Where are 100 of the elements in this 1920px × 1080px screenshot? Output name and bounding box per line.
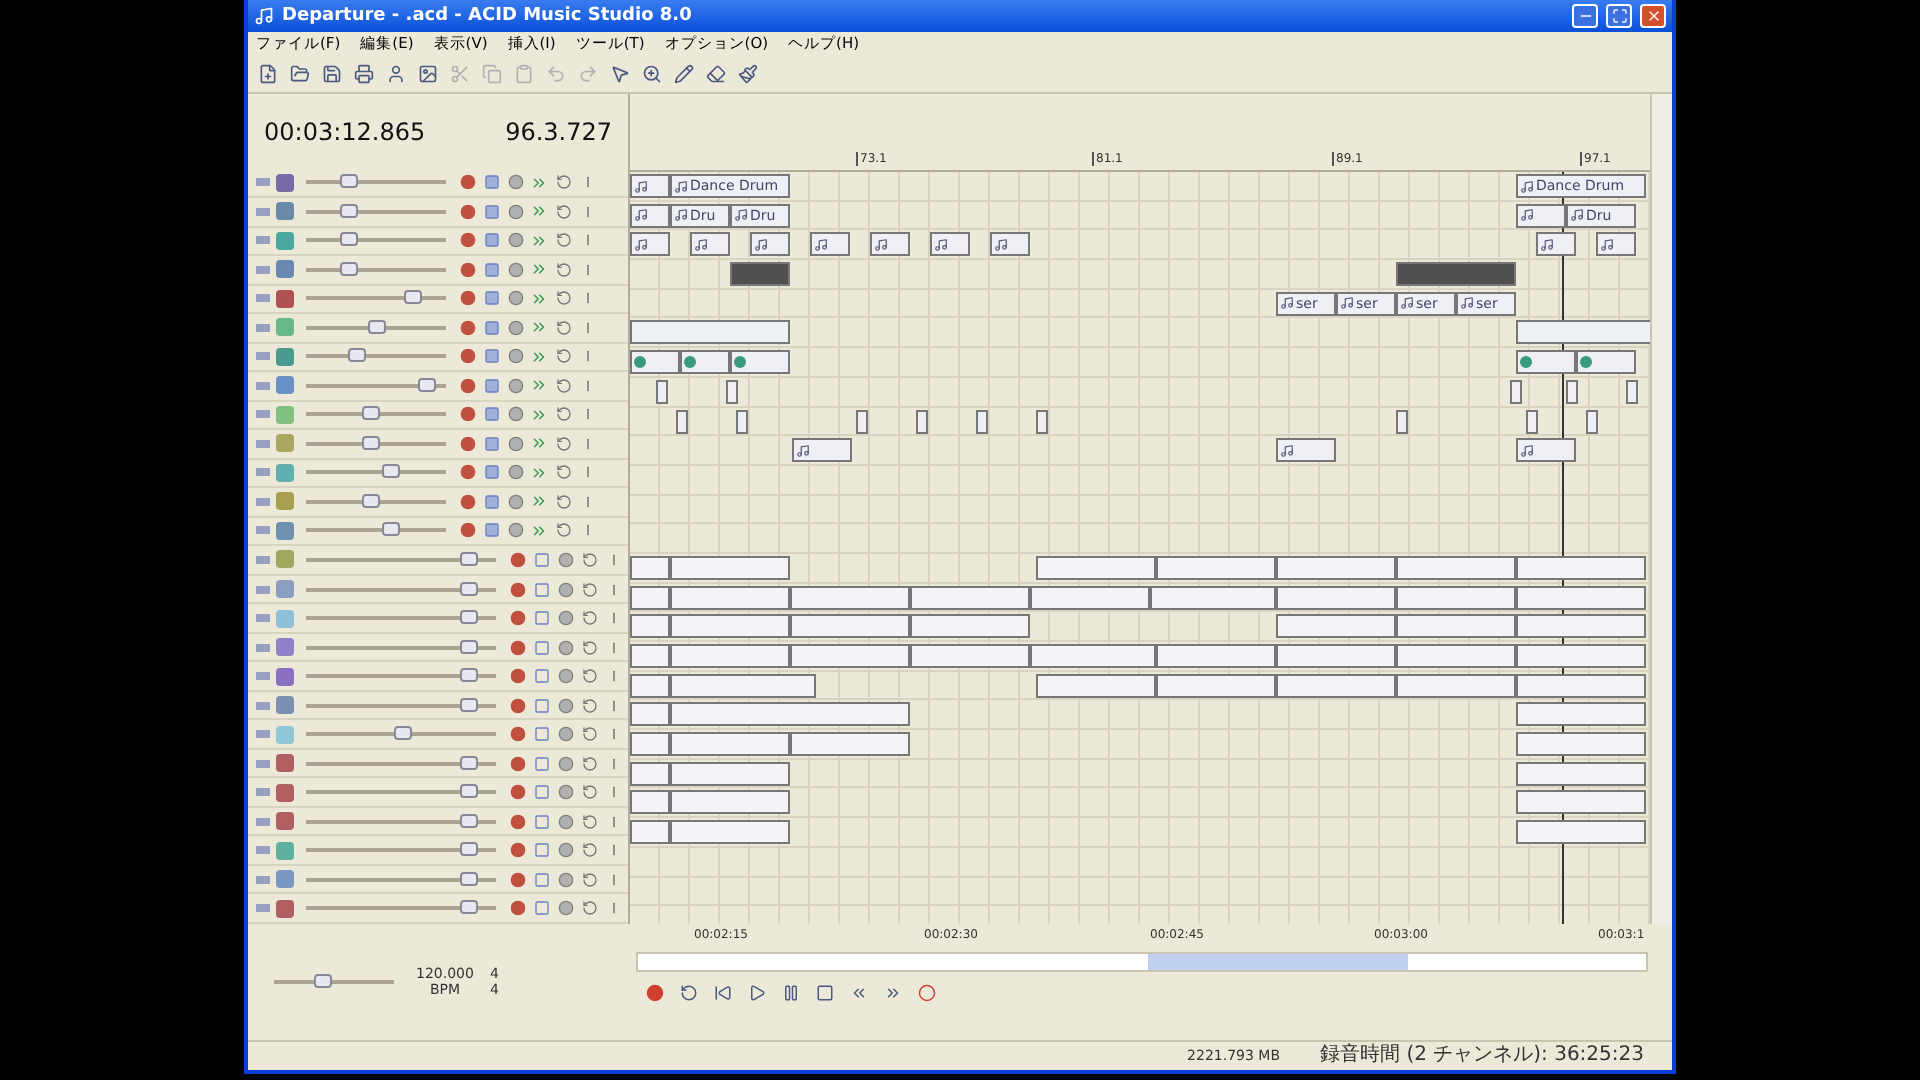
audio-clip[interactable] [1036,409,1048,433]
record-arm-icon[interactable] [458,260,476,279]
volume-slider[interactable] [306,383,446,388]
volume-slider[interactable] [306,267,446,272]
midi-clip[interactable] [790,614,910,639]
audio-clip[interactable] [730,350,790,375]
midi-clip[interactable] [1276,614,1396,639]
volume-slider[interactable] [306,703,496,708]
midi-clip[interactable] [790,732,910,757]
loop-button[interactable] [678,982,700,1004]
midi-clip[interactable] [670,644,790,668]
audio-clip[interactable] [810,232,850,257]
audio-clip[interactable] [930,232,970,257]
midi-clip[interactable] [1516,820,1646,845]
volume-slider[interactable] [306,441,446,446]
midi-clip[interactable] [670,790,790,815]
audio-clip[interactable] [870,232,910,257]
beat-clip[interactable] [1516,320,1650,345]
volume-slider[interactable] [306,674,496,679]
midi-clip[interactable] [1516,585,1646,610]
volume-slider[interactable] [306,470,446,475]
record-arm-icon[interactable] [508,754,526,773]
pencil-icon[interactable] [672,63,694,85]
midi-clip[interactable] [670,673,816,698]
midi-clip[interactable] [670,614,790,639]
audio-clip[interactable] [976,409,988,433]
midi-clip[interactable] [1276,673,1396,698]
eraser-icon[interactable] [704,63,726,85]
minimize-button[interactable] [1572,4,1598,28]
midi-clip[interactable] [630,702,670,727]
record-arm-icon[interactable] [458,347,476,366]
midi-clip[interactable] [1516,761,1646,786]
save-icon[interactable] [320,63,342,85]
arrow-icon[interactable] [530,231,548,250]
new-file-icon[interactable] [256,63,278,85]
square-icon[interactable] [482,376,500,395]
record-arm-icon[interactable] [508,841,526,860]
midi-clip[interactable] [1516,614,1646,639]
midi-clip[interactable] [630,673,670,698]
audio-clip[interactable] [1626,379,1638,404]
midi-clip[interactable] [790,644,910,668]
volume-slider[interactable] [306,499,446,504]
brush-icon[interactable] [736,63,758,85]
audio-clip[interactable] [990,232,1030,257]
midi-clip[interactable] [1156,644,1276,668]
volume-slider[interactable] [306,180,446,185]
square-icon[interactable] [482,260,500,279]
arrow-icon[interactable] [530,318,548,337]
zoom-icon[interactable] [640,63,662,85]
midi-clip[interactable] [1396,614,1516,639]
midi-clip[interactable] [670,555,790,580]
square-icon[interactable] [482,347,500,366]
midi-clip[interactable] [630,820,670,845]
audio-clip[interactable] [1526,409,1538,433]
audio-clip[interactable] [1576,350,1636,375]
audio-clip[interactable] [630,232,670,257]
midi-clip[interactable] [670,585,790,610]
audio-clip[interactable] [1276,438,1336,463]
midi-clip[interactable] [1396,585,1516,610]
midi-clip[interactable] [1516,673,1646,698]
audio-clip[interactable] [726,379,738,404]
record-arm-icon[interactable] [458,289,476,308]
square-icon[interactable] [482,231,500,250]
midi-clip[interactable] [1150,585,1276,610]
midi-clip[interactable] [670,820,790,845]
square-icon[interactable] [482,492,500,511]
square-icon[interactable] [482,202,500,221]
midi-clip[interactable] [1156,673,1276,698]
record-arm-icon[interactable] [458,434,476,453]
audio-clip[interactable] [792,438,852,463]
volume-slider[interactable] [306,528,446,533]
record-arm-icon[interactable] [508,609,526,628]
volume-slider[interactable] [306,325,446,330]
audio-clip[interactable] [680,350,730,375]
midi-clip[interactable] [1276,644,1396,668]
record-arm-icon[interactable] [508,667,526,686]
audio-clip[interactable] [750,232,790,257]
midi-clip[interactable] [1156,555,1276,580]
midi-clip[interactable] [630,614,670,639]
arrow-icon[interactable] [530,347,548,366]
arrow-icon[interactable] [530,260,548,279]
audio-clip[interactable] [736,409,748,433]
arrow-icon[interactable] [530,521,548,540]
record-arm-icon[interactable] [458,521,476,540]
square-icon[interactable] [482,173,500,192]
audio-clip[interactable] [1536,232,1576,257]
square-icon[interactable] [482,463,500,482]
printer-icon[interactable] [352,63,374,85]
arrow-icon[interactable] [530,202,548,221]
record-icon[interactable] [916,982,938,1004]
midi-clip[interactable] [1396,673,1516,698]
midi-clip[interactable] [1516,790,1646,815]
record-arm-icon[interactable] [458,202,476,221]
volume-slider[interactable] [306,557,496,562]
midi-clip[interactable] [630,761,670,786]
midi-clip[interactable] [670,761,790,786]
square-icon[interactable] [482,318,500,337]
volume-slider[interactable] [306,848,496,853]
midi-clip[interactable] [670,702,910,727]
midi-clip[interactable] [910,644,1030,668]
